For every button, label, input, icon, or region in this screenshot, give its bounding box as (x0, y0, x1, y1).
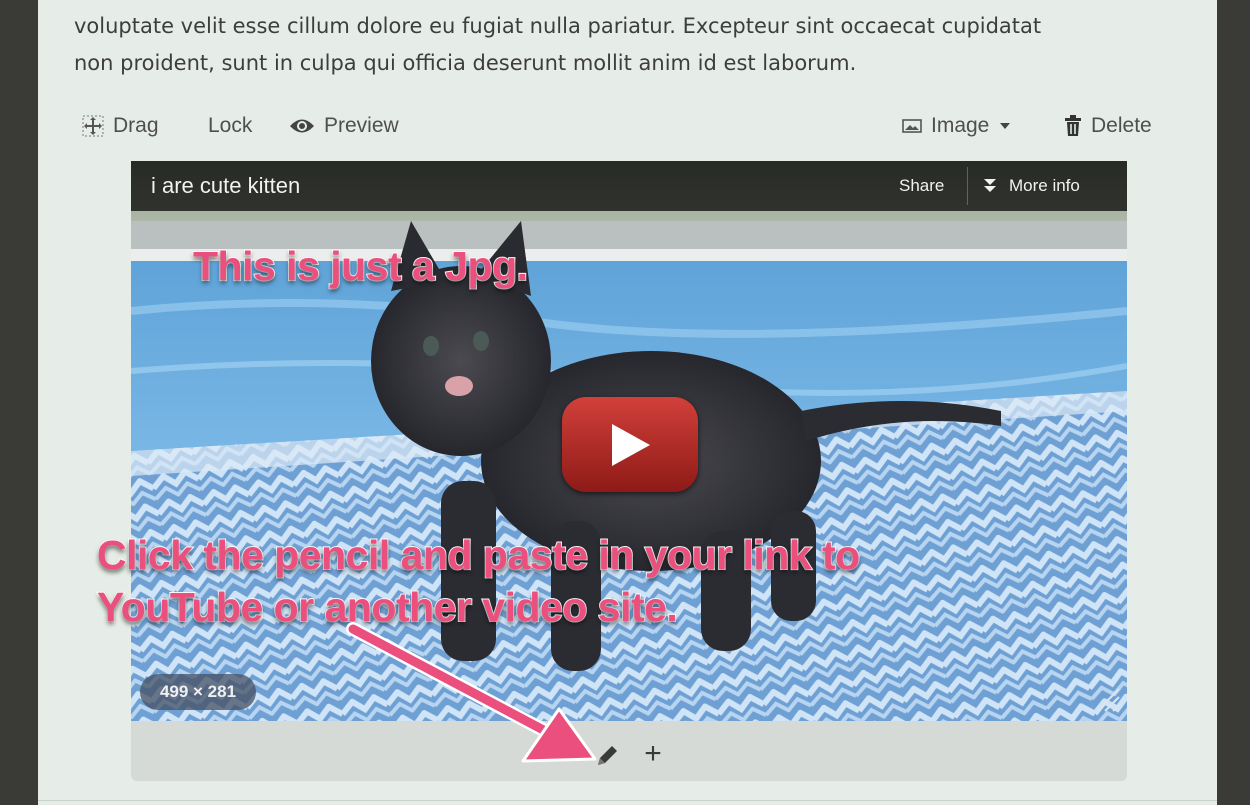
trash-icon (1065, 115, 1081, 136)
annotation-jpg-note: This is just a Jpg. (192, 242, 529, 290)
block-toolbar: Drag Lock Preview Image Delete (82, 108, 1174, 144)
drag-icon (82, 115, 104, 137)
double-chevron-down-icon (984, 179, 996, 192)
drag-button[interactable]: Drag (82, 108, 159, 144)
chevron-down-icon (1000, 123, 1011, 129)
drag-label: Drag (113, 114, 159, 137)
image-dropdown[interactable]: Image (902, 108, 1012, 144)
preview-label: Preview (324, 114, 399, 137)
annotation-instructions: Click the pencil and paste in your link … (96, 529, 861, 633)
paragraph-line-1: voluptate velit esse cillum dolore eu fu… (74, 14, 1042, 38)
lock-button[interactable]: Lock (208, 108, 252, 144)
play-button[interactable] (562, 397, 698, 492)
annotation-line-1: Click the pencil and paste in your link … (96, 531, 861, 579)
image-label: Image (931, 114, 990, 137)
video-title-bar: i are cute kitten Share More info (131, 161, 1127, 211)
body-paragraph: voluptate velit esse cillum dolore eu fu… (74, 8, 1194, 82)
lock-label: Lock (208, 114, 253, 137)
video-title: i are cute kitten (151, 173, 301, 198)
panel-divider (38, 800, 1217, 801)
pencil-icon[interactable] (594, 743, 620, 769)
delete-label: Delete (1091, 114, 1152, 137)
title-bar-separator (967, 167, 968, 205)
dimensions-badge: 499 × 281 (140, 674, 256, 710)
video-block-editor: i are cute kitten Share More info 499 × … (96, 161, 1127, 781)
more-info-label: More info (1009, 176, 1080, 195)
preview-button[interactable]: Preview (289, 108, 399, 144)
plus-icon[interactable]: + (639, 739, 667, 769)
annotation-line-2: YouTube or another video site. (96, 583, 679, 631)
paragraph-line-2: non proident, sunt in culpa qui officia … (74, 51, 857, 75)
resize-handle-icon[interactable] (1091, 683, 1121, 713)
share-label: Share (899, 176, 945, 195)
video-placeholder-image[interactable]: i are cute kitten Share More info 499 × … (131, 161, 1127, 721)
eye-icon (290, 119, 314, 133)
delete-button[interactable]: Delete (1064, 108, 1152, 144)
more-info-link: More info (983, 176, 1080, 196)
content-panel: voluptate velit esse cillum dolore eu fu… (38, 0, 1217, 805)
image-icon (902, 119, 922, 133)
play-icon (612, 423, 650, 466)
